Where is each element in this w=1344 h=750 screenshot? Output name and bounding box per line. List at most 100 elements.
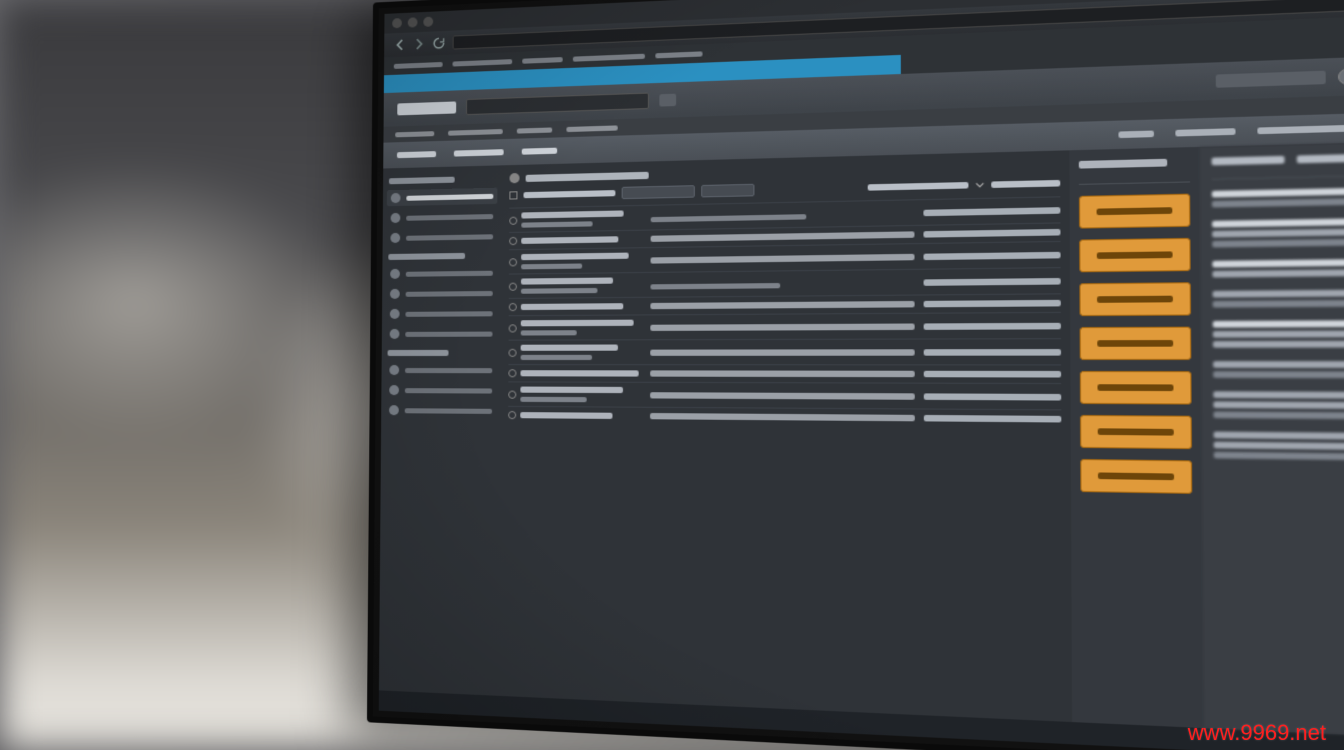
column-header[interactable] xyxy=(991,180,1060,188)
sidebar-item[interactable] xyxy=(386,285,497,302)
radio-icon[interactable] xyxy=(509,216,517,224)
row-title xyxy=(520,387,623,394)
bookmark-item[interactable] xyxy=(452,59,512,66)
sidebar-group-heading xyxy=(388,253,465,260)
sidebar-item[interactable] xyxy=(386,228,497,246)
sidebar-item[interactable] xyxy=(386,265,497,282)
action-button[interactable] xyxy=(1080,327,1192,360)
list-row[interactable] xyxy=(508,406,1061,428)
reload-icon[interactable] xyxy=(433,37,445,49)
bookmark-item[interactable] xyxy=(655,51,702,58)
panel-line xyxy=(1213,391,1344,399)
bullet-icon xyxy=(389,365,399,375)
bookmark-item[interactable] xyxy=(522,57,562,64)
action-button[interactable] xyxy=(1080,459,1192,494)
panel-line xyxy=(1213,340,1344,347)
action-button[interactable] xyxy=(1080,371,1192,405)
bullet-icon xyxy=(390,269,400,279)
sidebar-item[interactable] xyxy=(387,208,498,226)
sidebar-item-label xyxy=(406,270,493,276)
search-input[interactable] xyxy=(466,93,649,116)
row-subtitle xyxy=(520,397,586,402)
action-button[interactable] xyxy=(1080,415,1192,449)
filter-dropdown[interactable] xyxy=(622,185,695,199)
panel-section xyxy=(1213,320,1344,348)
action-button[interactable] xyxy=(1079,194,1190,229)
list-row[interactable] xyxy=(508,364,1061,383)
header-pill[interactable] xyxy=(1216,71,1326,88)
sidebar-item[interactable] xyxy=(386,305,497,322)
filter-dropdown[interactable] xyxy=(701,184,754,198)
sidebar-item-label xyxy=(406,290,493,296)
divider xyxy=(1079,181,1190,185)
panel-line xyxy=(1212,259,1344,267)
nav-item[interactable] xyxy=(448,128,503,135)
sidebar-item-label xyxy=(405,408,492,414)
sidebar-item-label xyxy=(405,331,492,336)
list-row[interactable] xyxy=(509,312,1061,340)
content-area xyxy=(379,139,1344,742)
screen xyxy=(379,0,1344,750)
nav-item[interactable] xyxy=(517,127,552,133)
row-title xyxy=(521,236,618,244)
window-min-icon[interactable] xyxy=(408,17,418,27)
breadcrumb-item[interactable] xyxy=(397,151,436,158)
subheader-link[interactable] xyxy=(1257,124,1344,134)
row-meta xyxy=(924,300,1061,307)
panel-line xyxy=(1212,238,1344,247)
panel-line xyxy=(1212,188,1344,198)
radio-icon[interactable] xyxy=(508,390,516,398)
breadcrumb-item[interactable] xyxy=(522,148,557,155)
panel-tab[interactable] xyxy=(1212,156,1285,166)
panel-section xyxy=(1212,257,1344,277)
list-row[interactable] xyxy=(508,338,1061,364)
panel-tabs xyxy=(1212,151,1344,166)
radio-icon[interactable] xyxy=(509,237,517,245)
sidebar-item[interactable] xyxy=(385,402,496,419)
main-panel xyxy=(498,150,1072,722)
info-icon[interactable] xyxy=(1338,68,1344,84)
radio-icon[interactable] xyxy=(509,324,517,332)
nav-item[interactable] xyxy=(566,125,617,132)
sidebar-item[interactable] xyxy=(387,188,498,207)
radio-icon[interactable] xyxy=(508,348,516,356)
row-desc xyxy=(650,301,914,309)
breadcrumb-item[interactable] xyxy=(454,149,504,156)
bullet-icon xyxy=(390,329,400,339)
divider xyxy=(1212,173,1344,180)
radio-icon[interactable] xyxy=(509,191,517,199)
row-desc-line xyxy=(650,283,780,289)
panel-tab[interactable] xyxy=(1297,154,1344,163)
radio-icon[interactable] xyxy=(509,303,517,311)
window-close-icon[interactable] xyxy=(392,18,402,28)
radio-icon[interactable] xyxy=(508,411,516,419)
row-desc xyxy=(650,349,914,356)
column-header[interactable] xyxy=(868,182,969,191)
subheader-meta xyxy=(1175,128,1235,136)
nav-item[interactable] xyxy=(395,131,434,137)
bookmark-item[interactable] xyxy=(394,61,443,68)
radio-icon[interactable] xyxy=(509,282,517,290)
row-subtitle xyxy=(521,288,598,294)
window-max-icon[interactable] xyxy=(423,17,433,27)
action-column-heading xyxy=(1079,159,1168,169)
bookmark-item[interactable] xyxy=(573,53,645,61)
app-logo[interactable] xyxy=(397,101,456,115)
sidebar-item[interactable] xyxy=(386,325,497,342)
row-meta xyxy=(924,277,1061,285)
list-row[interactable] xyxy=(508,381,1061,409)
radio-icon[interactable] xyxy=(509,258,517,266)
action-button[interactable] xyxy=(1079,282,1191,316)
sidebar-item[interactable] xyxy=(385,382,496,399)
sidebar-item-label xyxy=(405,368,492,373)
panel-line xyxy=(1212,196,1344,207)
sidebar-item[interactable] xyxy=(385,362,496,378)
chevron-down-icon[interactable] xyxy=(975,181,984,190)
bullet-icon xyxy=(390,309,400,319)
forward-icon[interactable] xyxy=(413,38,425,50)
row-desc xyxy=(650,278,900,281)
back-icon[interactable] xyxy=(394,39,406,51)
radio-icon[interactable] xyxy=(508,369,516,377)
action-button[interactable] xyxy=(1079,238,1191,272)
header-pill[interactable] xyxy=(659,94,676,107)
